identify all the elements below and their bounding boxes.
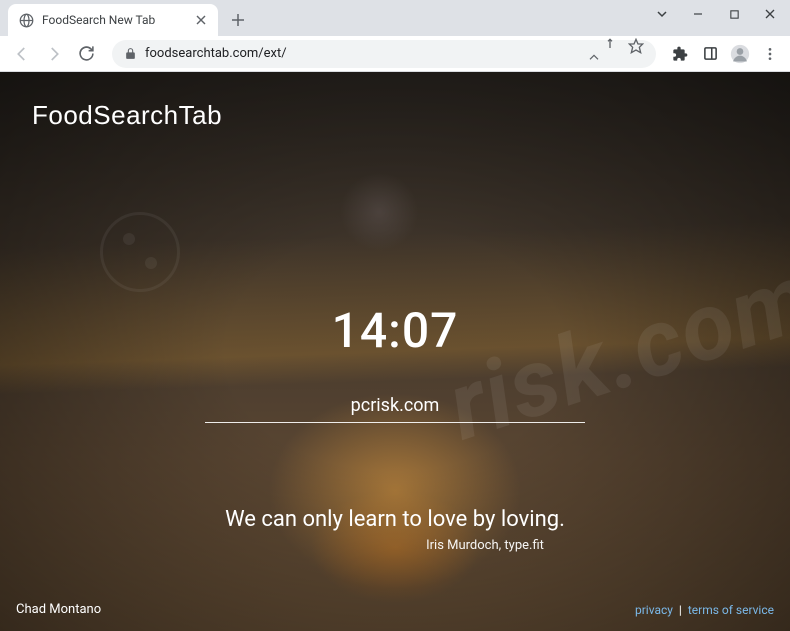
- profile-icon[interactable]: [728, 42, 752, 66]
- star-icon[interactable]: [628, 38, 644, 70]
- sidepanel-icon[interactable]: [698, 42, 722, 66]
- separator: |: [679, 603, 682, 617]
- minimize-button[interactable]: [684, 2, 712, 26]
- quote-text: We can only learn to love by loving.: [95, 507, 695, 532]
- brand-title: FoodSearchTab: [32, 100, 222, 131]
- close-icon[interactable]: [194, 13, 208, 27]
- page-content: risk.com FoodSearchTab 14:07 We can only…: [0, 72, 790, 631]
- clock-display: 14:07: [205, 302, 585, 359]
- browser-toolbar: foodsearchtab.com/ext/: [0, 36, 790, 72]
- quote-widget: We can only learn to love by loving. Iri…: [95, 507, 695, 553]
- window-close-button[interactable]: [756, 2, 784, 26]
- browser-tab[interactable]: FoodSearch New Tab: [8, 4, 218, 36]
- browser-titlebar: FoodSearch New Tab: [0, 0, 790, 36]
- menu-icon[interactable]: [758, 42, 782, 66]
- share-icon[interactable]: [602, 38, 618, 70]
- back-button[interactable]: [8, 40, 36, 68]
- chevron-down-icon[interactable]: [648, 2, 676, 26]
- quote-author: Iris Murdoch, type.fit: [95, 538, 695, 553]
- search-input[interactable]: [205, 389, 585, 423]
- tab-title: FoodSearch New Tab: [42, 13, 186, 27]
- maximize-button[interactable]: [720, 2, 748, 26]
- lock-icon: [124, 47, 137, 60]
- privacy-link[interactable]: privacy: [635, 603, 673, 617]
- new-tab-button[interactable]: [224, 6, 252, 34]
- reload-button[interactable]: [72, 40, 100, 68]
- terms-link[interactable]: terms of service: [688, 603, 774, 617]
- center-widget: 14:07: [205, 302, 585, 423]
- window-controls: [648, 2, 784, 26]
- photo-credit: Chad Montano: [16, 602, 101, 617]
- globe-icon: [18, 12, 34, 28]
- address-bar[interactable]: foodsearchtab.com/ext/: [112, 40, 656, 68]
- forward-button[interactable]: [40, 40, 68, 68]
- footer-links: privacy | terms of service: [635, 603, 774, 617]
- url-text: foodsearchtab.com/ext/: [145, 46, 287, 61]
- extensions-icon[interactable]: [668, 42, 692, 66]
